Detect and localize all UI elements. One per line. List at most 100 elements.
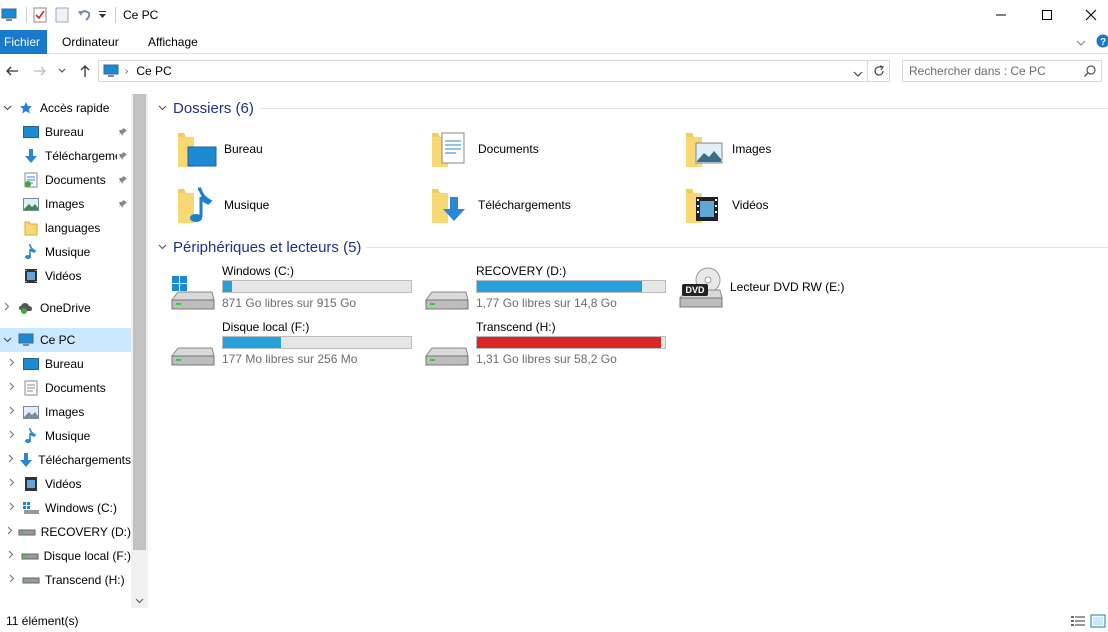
nav-label: Musique [45, 245, 91, 259]
properties-icon[interactable] [31, 6, 49, 24]
computer-icon[interactable] [0, 6, 18, 24]
refresh-button[interactable] [868, 60, 890, 82]
nav-item-images-pinned[interactable]: Images [0, 192, 131, 216]
devices-section-header[interactable]: Périphériques et lecteurs (5) [158, 237, 361, 257]
nav-item-documents[interactable]: Documents [0, 376, 131, 400]
nav-scrollbar[interactable] [131, 94, 148, 608]
nav-item-telechargements[interactable]: Téléchargements [0, 448, 131, 472]
music-icon [22, 243, 40, 261]
drive-recovery-d[interactable]: RECOVERY (D:) 1,77 Go libres sur 14,8 Go [424, 264, 674, 314]
nav-item-images[interactable]: Images [0, 400, 131, 424]
chevron-right-icon[interactable] [1, 302, 13, 314]
nav-item-windows-c[interactable]: Windows (C:) [0, 496, 131, 520]
nav-label: Accès rapide [40, 101, 110, 115]
folder-musique[interactable]: Musique [174, 181, 414, 229]
folder-bureau[interactable]: Bureau [174, 125, 414, 173]
pin-icon [118, 174, 128, 188]
up-button[interactable] [76, 61, 94, 81]
breadcrumb-ce-pc[interactable]: Ce PC [136, 64, 171, 78]
nav-item-onedrive[interactable]: OneDrive [0, 296, 131, 320]
back-button[interactable] [3, 61, 21, 81]
scrollbar-thumb[interactable] [133, 94, 146, 550]
nav-label: Transcend (H:) [45, 573, 125, 587]
chevron-right-icon[interactable] [6, 550, 17, 562]
documents-folder-icon [428, 127, 472, 171]
nav-item-videos-quick[interactable]: Vidéos [0, 264, 131, 288]
section-title: Périphériques et lecteurs (5) [173, 238, 362, 256]
drive-transcend-h[interactable]: Transcend (H:) 1,31 Go libres sur 58,2 G… [424, 320, 674, 370]
close-button[interactable] [1068, 0, 1108, 30]
nav-label: languages [45, 221, 101, 235]
search-input[interactable] [909, 61, 1079, 81]
downloads-folder-icon [428, 183, 472, 227]
nav-item-languages[interactable]: languages [0, 216, 131, 240]
folder-telechargements[interactable]: Téléchargements [428, 181, 668, 229]
search-icon[interactable] [1083, 64, 1097, 81]
pin-icon [118, 150, 128, 164]
chevron-down-icon[interactable] [158, 242, 167, 253]
drive-name: Disque local (F:) [222, 320, 310, 334]
nav-label: Bureau [45, 357, 84, 371]
undo-icon[interactable] [75, 6, 93, 24]
drive-disque-local-f[interactable]: Disque local (F:) 177 Mo libres sur 256 … [170, 320, 420, 370]
chevron-down-icon[interactable] [158, 103, 167, 114]
drive-windows-c[interactable]: Windows (C:) 871 Go libres sur 915 Go [170, 264, 420, 314]
customize-toolbar-icon[interactable] [97, 6, 107, 24]
maximize-button[interactable] [1024, 0, 1070, 30]
chevron-down-icon[interactable] [1, 103, 13, 114]
chevron-right-icon[interactable] [6, 502, 18, 514]
folder-documents[interactable]: Documents [428, 125, 668, 173]
nav-item-recovery-d[interactable]: RECOVERY (D:) [0, 520, 131, 544]
chevron-down-icon[interactable] [1, 335, 13, 346]
tab-ordinateur[interactable]: Ordinateur [52, 30, 129, 54]
desktop-icon [22, 355, 40, 373]
recent-locations-button[interactable] [56, 61, 68, 81]
drive-dvd-e[interactable]: DVD Lecteur DVD RW (E:) [678, 266, 928, 316]
folders-section-header[interactable]: Dossiers (6) [158, 98, 254, 118]
chevron-right-icon[interactable] [6, 478, 18, 490]
nav-item-musique[interactable]: Musique [0, 424, 131, 448]
nav-item-documents-pinned[interactable]: Documents [0, 168, 131, 192]
ribbon-expand-icon[interactable] [1076, 36, 1086, 50]
maximize-icon [1042, 10, 1052, 20]
nav-item-musique-quick[interactable]: Musique [0, 240, 131, 264]
scroll-down-arrow-icon[interactable] [135, 596, 144, 606]
nav-item-quick-access[interactable]: Accès rapide [0, 96, 131, 120]
chevron-right-icon[interactable] [6, 454, 15, 466]
windows-drive-icon [22, 499, 40, 517]
nav-item-ce-pc[interactable]: Ce PC [0, 328, 131, 352]
folder-images[interactable]: Images [682, 125, 922, 173]
chevron-right-icon[interactable] [6, 526, 14, 538]
folder-label: Vidéos [732, 198, 769, 212]
nav-item-bureau[interactable]: Bureau [0, 352, 131, 376]
details-view-icon[interactable] [1070, 614, 1086, 628]
search-box[interactable] [902, 60, 1102, 82]
chevron-right-icon[interactable] [6, 430, 18, 442]
nav-item-telechargements-pinned[interactable]: Téléchargements [0, 144, 131, 168]
desktop-icon [22, 123, 40, 141]
nav-item-disque-local-f[interactable]: Disque local (F:) [0, 544, 131, 568]
forward-button[interactable] [31, 61, 49, 81]
address-dropdown-icon[interactable] [853, 67, 863, 81]
drive-icon [170, 328, 216, 368]
drive-name: Windows (C:) [222, 264, 295, 278]
tab-affichage[interactable]: Affichage [138, 30, 208, 54]
folder-videos[interactable]: Vidéos [682, 181, 922, 229]
nav-item-bureau-pinned[interactable]: Bureau [0, 120, 131, 144]
nav-item-videos[interactable]: Vidéos [0, 472, 131, 496]
chevron-right-icon[interactable] [6, 358, 18, 370]
tab-fichier[interactable]: Fichier [0, 30, 47, 54]
minimize-button[interactable] [978, 0, 1024, 30]
address-bar[interactable]: › Ce PC [98, 60, 868, 82]
large-icons-view-icon[interactable] [1090, 614, 1106, 628]
drive-name: Transcend (H:) [476, 320, 556, 334]
drive-icon [424, 328, 470, 368]
new-folder-icon[interactable] [53, 6, 71, 24]
chevron-right-icon[interactable] [6, 382, 18, 394]
chevron-down-icon [58, 68, 66, 73]
nav-item-transcend-h[interactable]: Transcend (H:) [0, 568, 131, 592]
chevron-right-icon[interactable] [6, 406, 18, 418]
chevron-right-icon[interactable] [6, 574, 18, 586]
windows-drive-icon [170, 272, 216, 312]
help-icon[interactable]: ? [1096, 34, 1108, 51]
